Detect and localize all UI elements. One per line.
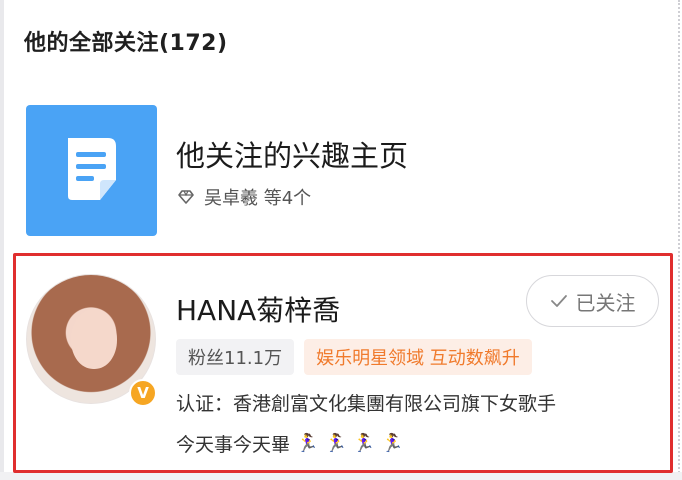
page-title: 他的全部关注(172) — [24, 31, 228, 56]
user-tags: 粉丝11.1万 娱乐明星领域 互动数飙升 — [176, 339, 532, 375]
avatar-face — [71, 309, 117, 369]
followed-label: 已关注 — [575, 290, 636, 315]
bottom-divider — [0, 472, 682, 480]
interest-tile[interactable] — [26, 105, 157, 236]
bio-text: 今天事今天畢 — [176, 434, 291, 456]
interest-subtitle-text: 吴卓羲 等4个 — [204, 188, 312, 209]
follow-list-panel: 他的全部关注(172) 他关注的兴趣主页 吴卓羲 等4个 V HANA菊梓喬 已… — [0, 0, 682, 480]
interest-pages-row[interactable]: 他关注的兴趣主页 吴卓羲 等4个 — [26, 105, 666, 236]
runner-emoji-icon: 🏃‍♀️ — [324, 433, 347, 454]
interest-subtitle: 吴卓羲 等4个 — [176, 184, 311, 210]
interest-title[interactable]: 他关注的兴趣主页 — [176, 133, 408, 175]
certification-text: 认证：香港創富文化集團有限公司旗下女歌手 — [176, 393, 557, 415]
scrollbar-track[interactable] — [674, 0, 680, 480]
runner-emoji-icon: 🏃‍♀️ — [296, 433, 319, 454]
followed-button[interactable]: 已关注 — [526, 275, 659, 327]
user-bio: 今天事今天畢 🏃‍♀️ 🏃‍♀️ 🏃‍♀️ 🏃‍♀️ — [176, 430, 404, 457]
diamond-icon — [178, 190, 194, 204]
user-card-highlighted[interactable]: V HANA菊梓喬 已关注 粉丝11.1万 娱乐明星领域 互动数飙升 认证：香港… — [13, 253, 673, 473]
fans-count-tag: 粉丝11.1万 — [176, 339, 295, 375]
left-divider — [0, 0, 4, 480]
domain-tag: 娱乐明星领域 互动数飙升 — [304, 339, 532, 375]
runner-emoji-icon: 🏃‍♀️ — [352, 433, 376, 454]
check-icon — [550, 295, 567, 307]
document-icon — [67, 137, 116, 200]
runner-emoji-icon: 🏃‍♀️ — [381, 433, 404, 454]
verified-badge-icon: V — [129, 379, 157, 407]
user-name[interactable]: HANA菊梓喬 — [176, 289, 340, 329]
